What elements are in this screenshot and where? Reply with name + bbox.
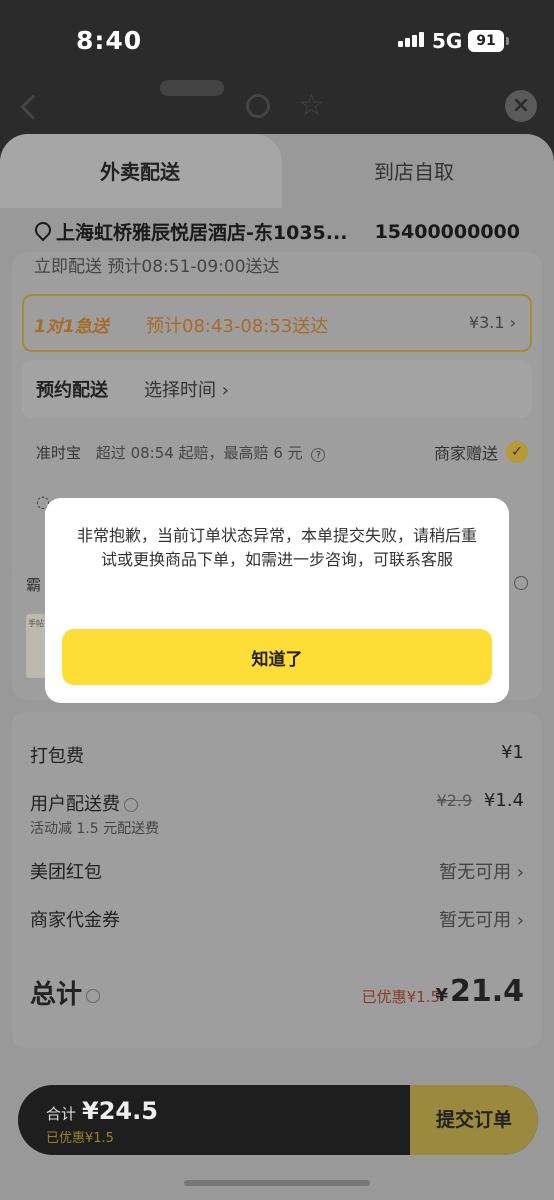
location-pin-icon [34, 221, 50, 243]
error-message: 非常抱歉，当前订单状态异常，本单提交失败，请稍后重试或更换商品下单，如需进一步咨… [76, 526, 477, 569]
ontime-label: 准时宝 [36, 444, 82, 462]
address-phone: 15400000000 [374, 220, 520, 243]
total-currency: ¥ [435, 985, 448, 1006]
tab-delivery[interactable]: 外卖配送 [100, 156, 180, 185]
back-icon[interactable] [20, 94, 46, 120]
reserve-time-select[interactable]: 选择时间 › [144, 376, 229, 402]
total-row: 总计 已优惠¥1.5 ¥21.4 [30, 974, 524, 1011]
checkout-total: 合计 ¥24.5 [46, 1097, 158, 1125]
express-eta: 预计08:43-08:53送达 [146, 316, 329, 337]
delivery-fee-label: 用户配送费 [30, 794, 120, 815]
shop-name: 霸 [26, 576, 42, 594]
reserve-delivery-option[interactable]: 预约配送 选择时间 › [22, 360, 532, 418]
checkout-bar: 合计 ¥24.5 已优惠¥1.5 提交订单 [18, 1085, 538, 1155]
search-icon[interactable] [246, 94, 270, 118]
submit-order-button[interactable]: 提交订单 [410, 1085, 538, 1155]
help-icon[interactable] [514, 576, 528, 590]
voucher-label: 商家代金券 [30, 910, 120, 931]
page-header: ☆ × [0, 80, 554, 140]
network-type: 5G [432, 29, 463, 53]
ontime-guarantee-row: 准时宝 超过 08:54 起赔，最高赔 6 元 ? [36, 442, 326, 463]
status-time: 8:40 [76, 26, 143, 55]
tab-pickup[interactable]: 到店自取 [374, 156, 454, 185]
delivery-fee-row: 用户配送费 ¥2.9 ¥1.4 活动减 1.5 元配送费 [30, 790, 524, 838]
express-badge: 1对1急送 [34, 317, 109, 337]
check-icon[interactable]: ✓ [506, 441, 528, 463]
merchant-gift[interactable]: 商家赠送 ✓ [434, 440, 528, 464]
delivery-fee-value: ¥1.4 [483, 790, 524, 811]
reserve-label: 预约配送 [36, 380, 108, 401]
address-text: 上海虹桥雅辰悦居酒店-东1035... [56, 222, 348, 244]
checkout-total-amount: ¥24.5 [82, 1097, 158, 1125]
total-amount-value: 21.4 [449, 974, 524, 1009]
voucher-row[interactable]: 商家代金券 暂无可用 › [30, 906, 524, 932]
help-icon[interactable] [124, 798, 138, 812]
express-price: ¥3.1 › [468, 313, 516, 332]
delivery-fee-note: 活动减 1.5 元配送费 [30, 821, 160, 837]
immediate-delivery-row[interactable]: 立即配送 预计08:51-09:00送达 [34, 252, 280, 277]
battery-tip [506, 37, 509, 45]
delivery-tabs: 外卖配送 到店自取 [0, 134, 554, 208]
packing-fee-label: 打包费 [30, 746, 84, 767]
packing-fee-row: 打包费 ¥1 [30, 742, 524, 768]
header-pill [160, 80, 224, 96]
total-discount: 已优惠¥1.5 [361, 988, 440, 1006]
ontime-desc: 超过 08:54 起赔，最高赔 6 元 [95, 444, 303, 462]
total-amount: ¥21.4 [435, 974, 524, 1009]
red-packet-label: 美团红包 [30, 862, 102, 883]
help-icon[interactable] [86, 989, 101, 1003]
delivery-fee-old: ¥2.9 [436, 791, 473, 810]
total-label: 总计 [30, 980, 83, 1010]
acknowledge-button[interactable]: 知道了 [62, 629, 492, 685]
home-indicator [184, 1180, 370, 1186]
error-dialog: 非常抱歉，当前订单状态异常，本单提交失败，请稍后重试或更换商品下单，如需进一步咨… [45, 498, 509, 703]
help-icon[interactable]: ? [311, 448, 326, 462]
signal-icon [398, 32, 424, 47]
voucher-value: 暂无可用 › [439, 910, 524, 931]
red-packet-row[interactable]: 美团红包 暂无可用 › [30, 858, 524, 884]
star-icon[interactable]: ☆ [298, 88, 325, 123]
gift-label: 商家赠送 [433, 444, 498, 463]
express-delivery-option[interactable]: 1对1急送 预计08:43-08:53送达 ¥3.1 › [22, 294, 532, 352]
red-packet-value: 暂无可用 › [439, 862, 524, 883]
close-icon[interactable]: × [505, 90, 537, 122]
status-bar: 8:40 5G 91 [0, 0, 554, 80]
address-row[interactable]: 上海虹桥雅辰悦居酒店-东1035... 15400000000 [34, 218, 520, 245]
checkout-total-label: 合计 [46, 1105, 77, 1123]
battery-icon: 91 [468, 30, 504, 52]
checkout-discount: 已优惠¥1.5 [46, 1131, 114, 1146]
packing-fee-value: ¥1 [501, 742, 524, 763]
fees-card: 打包费 ¥1 用户配送费 ¥2.9 ¥1.4 活动减 1.5 元配送费 美团红包… [12, 712, 542, 1048]
